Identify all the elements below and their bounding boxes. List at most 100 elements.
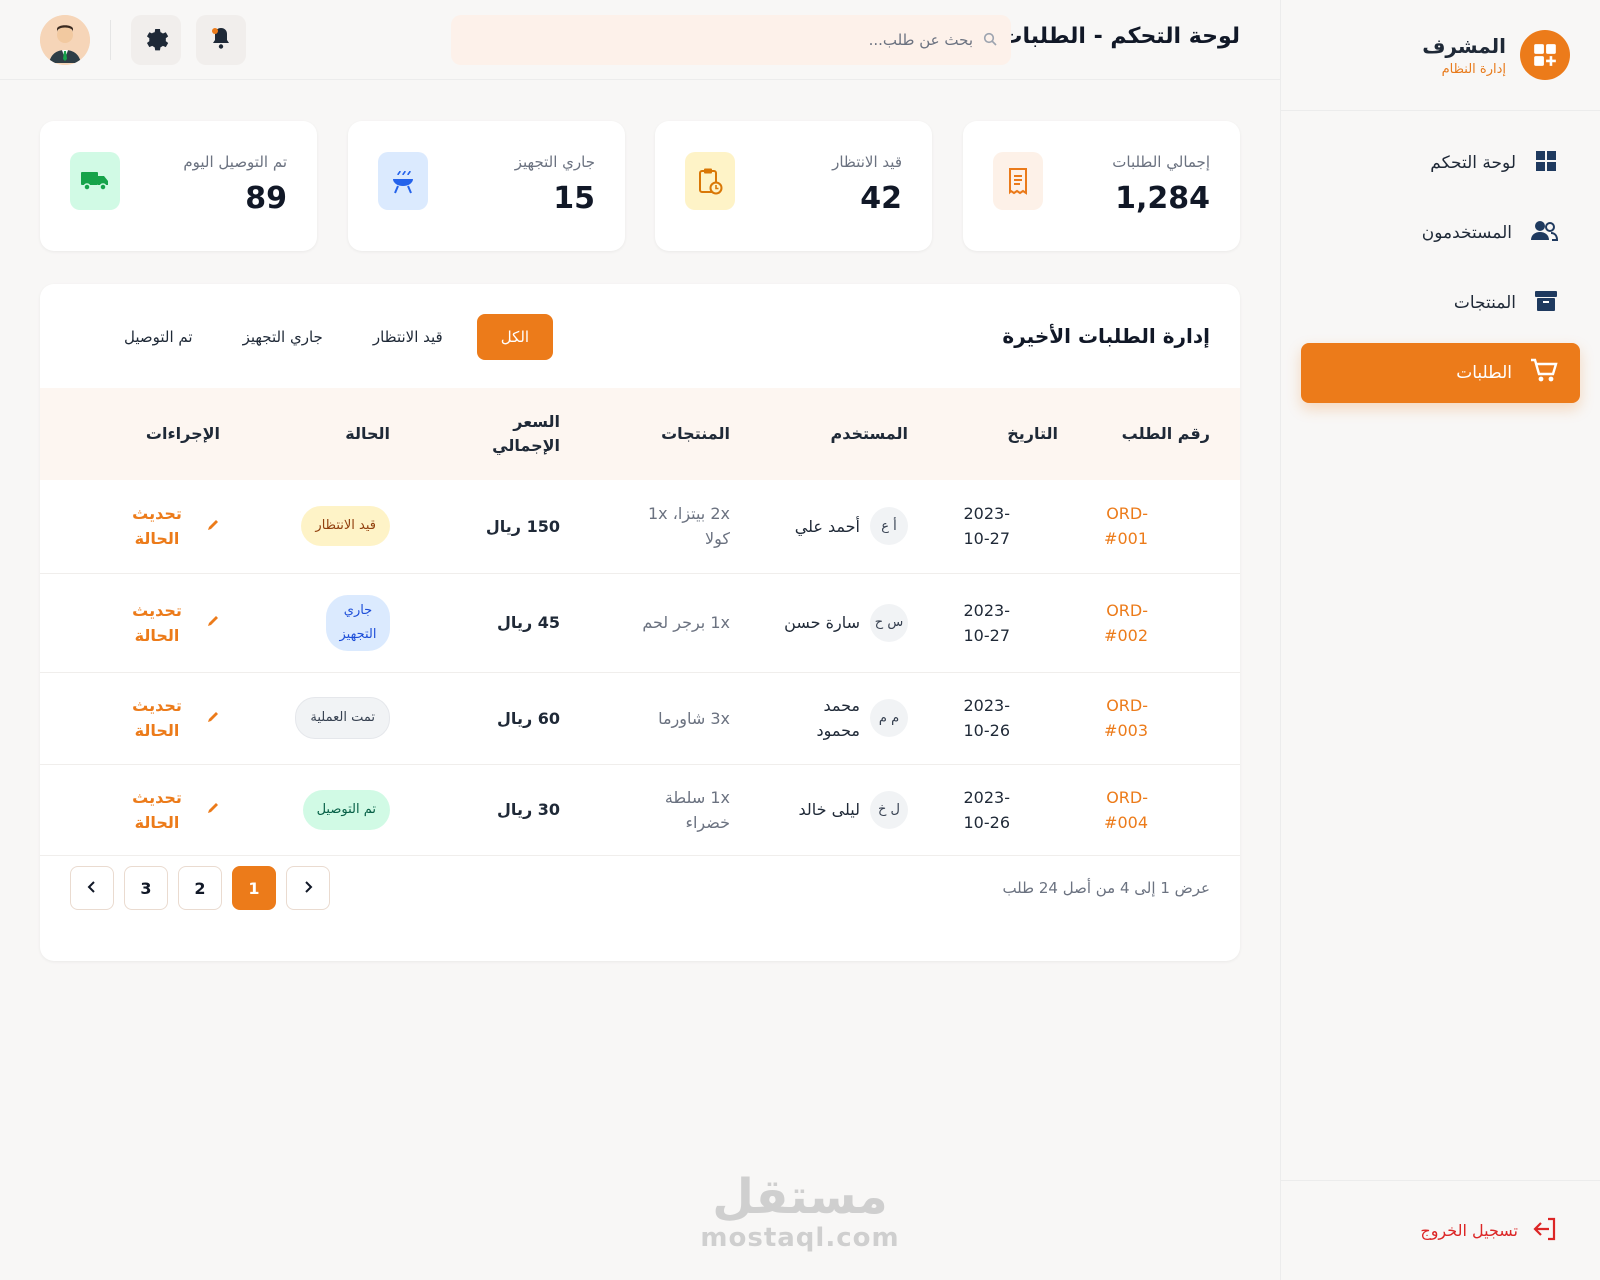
logout-button[interactable]: تسجيل الخروج [1281, 1180, 1600, 1280]
bell-icon [210, 26, 232, 54]
pencil-icon [206, 514, 220, 539]
col-status[interactable]: الحالة [250, 388, 420, 480]
sidebar-item-label: الطلبات [1456, 363, 1512, 383]
settings-button[interactable] [131, 15, 181, 65]
order-id-link[interactable]: ORD-#003 [1088, 693, 1148, 743]
order-id-link[interactable]: ORD-#004 [1088, 785, 1148, 835]
page-button-2[interactable]: 2 [178, 866, 222, 910]
chevron-right-icon [302, 879, 314, 898]
sidebar-item-label: المستخدمون [1421, 223, 1512, 243]
pencil-icon [206, 797, 220, 822]
prev-page-button[interactable] [286, 866, 330, 910]
order-date: 2023-10-26 [963, 787, 1011, 832]
stat-value: 42 [860, 181, 902, 216]
order-price: 150 ريال [485, 516, 560, 536]
update-status-button[interactable]: تحديث الحالة [40, 598, 220, 648]
page-title: لوحة التحكم - الطلبات [1000, 24, 1240, 49]
order-id-link[interactable]: ORD-#002 [1088, 598, 1148, 648]
update-status-label: تحديث الحالة [132, 504, 182, 549]
stat-value: 89 [245, 181, 287, 216]
stat-label: تم التوصيل اليوم [183, 153, 287, 171]
user-name: محمد محمود [816, 696, 860, 740]
sidebar-item-products[interactable]: المنتجات [1301, 273, 1580, 333]
sidebar-item-dashboard[interactable]: لوحة التحكم [1301, 133, 1580, 193]
filter-preparing[interactable]: جاري التجهيز [227, 314, 339, 360]
filter-all[interactable]: الكل [476, 314, 554, 360]
orders-title: إدارة الطلبات الأخيرة [1002, 324, 1210, 348]
order-date: 2023-10-27 [963, 504, 1011, 549]
user-initials-avatar: م م [870, 699, 908, 737]
update-status-label: تحديث الحالة [132, 787, 182, 832]
stat-card-total: إجمالي الطلبات 1,284 [963, 121, 1240, 251]
brand-subtitle: إدارة النظام [1441, 61, 1506, 77]
update-status-button[interactable]: تحديث الحالة [40, 693, 220, 743]
notifications-button[interactable] [196, 15, 246, 65]
stat-label: جاري التجهيز [514, 153, 595, 171]
user-name: أحمد علي [794, 516, 860, 536]
status-badge: تم التوصيل [302, 789, 390, 830]
sidebar: المشرف إدارة النظام لوحة التحكم المستخدم… [1280, 0, 1600, 1280]
pending-clipboard-icon [685, 152, 735, 210]
table-row[interactable]: ORD-#002 2023-10-27 س ح سارة حسن 1x برجر … [40, 573, 1240, 672]
stats-row: إجمالي الطلبات 1,284 قيد الانتظار 42 جار… [40, 121, 1240, 251]
topbar: لوحة التحكم - الطلبات [0, 0, 1280, 80]
col-actions: الإجراءات [145, 424, 220, 443]
filter-pending[interactable]: قيد الانتظار [357, 314, 459, 360]
status-badge: تمت العملية [295, 697, 390, 739]
pagination: 3 2 1 [70, 866, 330, 910]
filter-delivered[interactable]: تم التوصيل [108, 314, 209, 360]
table-row[interactable]: ORD-#001 2023-10-27 أ ع أحمد علي 2x بيتزا… [40, 480, 1240, 573]
dashboard-add-icon [1520, 30, 1570, 80]
table-row[interactable]: ORD-#003 2023-10-26 م م محمد محمود 3x شاو… [40, 672, 1240, 764]
orders-table: رقم الطلب التاريخ المستخدم المنتجات السع… [40, 388, 1240, 856]
update-status-button[interactable]: تحديث الحالة [40, 501, 220, 551]
archive-icon [1534, 289, 1558, 318]
brand-title: المشرف [1422, 33, 1506, 58]
stat-label: إجمالي الطلبات [1112, 153, 1210, 171]
user-name: سارة حسن [784, 613, 860, 632]
search-icon [983, 31, 997, 50]
users-icon [1530, 219, 1559, 248]
gear-icon [143, 25, 169, 55]
order-price: 45 ريال [497, 613, 560, 632]
header-divider [110, 20, 111, 60]
logout-icon [1532, 1217, 1558, 1245]
search-box[interactable] [451, 15, 1011, 65]
order-products: 3x شاورما [658, 708, 730, 728]
col-total-price[interactable]: السعر الإجمالي [420, 388, 590, 480]
update-status-label: تحديث الحالة [132, 696, 182, 740]
search-input[interactable] [533, 31, 973, 49]
col-order-id[interactable]: رقم الطلب [1088, 388, 1240, 480]
next-page-button[interactable] [70, 866, 114, 910]
stat-card-pending: قيد الانتظار 42 [655, 121, 932, 251]
sidebar-item-orders[interactable]: الطلبات [1301, 343, 1580, 403]
update-status-label: تحديث الحالة [132, 600, 182, 645]
stat-label: قيد الانتظار [832, 153, 902, 171]
order-products: 2x بيتزا، 1x كولا [647, 504, 730, 549]
sidebar-nav: لوحة التحكم المستخدمون المنتجات الطلبات [1281, 111, 1600, 403]
table-row[interactable]: ORD-#004 2023-10-26 ل خ ليلى خالد 1x سلطة… [40, 764, 1240, 855]
pencil-icon [206, 610, 220, 635]
page-button-1[interactable]: 1 [232, 866, 276, 910]
order-id-link[interactable]: ORD-#001 [1088, 501, 1148, 551]
pencil-icon [206, 706, 220, 731]
col-date[interactable]: التاريخ [938, 388, 1088, 480]
order-products: 1x سلطة خضراء [664, 787, 730, 832]
stat-card-delivered: تم التوصيل اليوم 89 [40, 121, 317, 251]
status-badge: جاري التجهيز [326, 594, 390, 651]
table-header-row: رقم الطلب التاريخ المستخدم المنتجات السع… [40, 388, 1240, 480]
avatar[interactable] [40, 15, 90, 65]
receipt-icon [993, 152, 1043, 210]
brand: المشرف إدارة النظام [1281, 0, 1600, 111]
order-date: 2023-10-27 [963, 600, 1011, 645]
sidebar-item-users[interactable]: المستخدمون [1301, 203, 1580, 263]
col-user[interactable]: المستخدم [760, 388, 938, 480]
sidebar-item-label: المنتجات [1453, 293, 1516, 313]
truck-icon [70, 152, 120, 210]
cooking-icon [378, 152, 428, 210]
col-products[interactable]: المنتجات [590, 388, 760, 480]
order-products: 1x برجر لحم [642, 613, 730, 632]
page-button-3[interactable]: 3 [124, 866, 168, 910]
order-price: 30 ريال [497, 800, 560, 819]
update-status-button[interactable]: تحديث الحالة [40, 785, 220, 835]
